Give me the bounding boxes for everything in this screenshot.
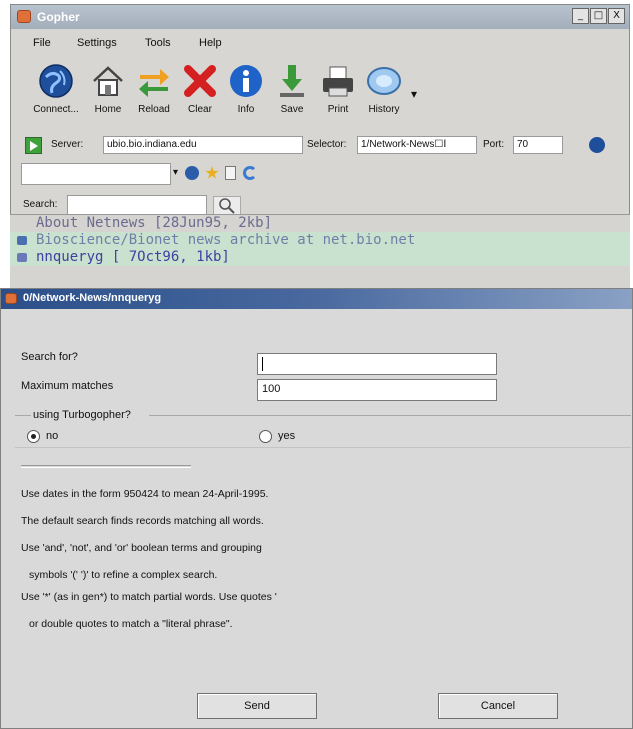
turbogopher-group-label: using Turbogopher? xyxy=(33,409,131,421)
print-label: Print xyxy=(327,104,349,115)
max-matches-label: Maximum matches xyxy=(21,380,114,392)
gopher-app-icon xyxy=(5,293,17,304)
web-icon[interactable] xyxy=(185,166,199,180)
list-item[interactable]: About Netnews [28Jun95, 2kb] xyxy=(10,215,630,232)
bookmark-star-icon[interactable] xyxy=(205,166,219,179)
selector-input[interactable]: 1/Network-News☐Ⅰ xyxy=(357,136,477,154)
history-icon xyxy=(366,63,402,99)
save-button[interactable]: Save xyxy=(267,63,317,115)
connect-label: Connect... xyxy=(33,104,79,115)
list-item-text: Bioscience/Bionet news archive at net.bi… xyxy=(36,232,416,248)
list-item[interactable]: Bioscience/Bionet news archive at net.bi… xyxy=(10,232,630,249)
radio-yes-label: yes xyxy=(278,430,296,442)
address-dropdown[interactable] xyxy=(21,163,171,185)
clear-icon xyxy=(182,63,218,99)
info-label: Info xyxy=(237,104,255,115)
title-bar: Gopher _ □ X xyxy=(11,5,629,29)
menu-tools[interactable]: Tools xyxy=(145,37,171,49)
home-icon xyxy=(90,63,126,99)
minimize-button[interactable]: _ xyxy=(572,8,589,24)
reload-icon xyxy=(136,63,172,99)
maximize-button[interactable]: □ xyxy=(590,8,607,24)
toolbar: Connect... Home Reload Clear Info Save P… xyxy=(11,63,629,125)
group-border-bottom xyxy=(15,447,631,448)
search-dialog: 0/Network-News/nnqueryg Search for? Maxi… xyxy=(0,288,633,729)
globe-icon xyxy=(38,63,74,99)
reload-label: Reload xyxy=(138,104,170,115)
gopher-app-icon xyxy=(17,10,31,23)
dialog-title-bar: 0/Network-News/nnqueryg xyxy=(1,289,632,309)
server-input[interactable]: ubio.bio.indiana.edu xyxy=(103,136,303,154)
search-item-icon xyxy=(17,253,27,262)
save-label: Save xyxy=(280,104,304,115)
search-button[interactable] xyxy=(213,196,241,216)
print-button[interactable]: Print xyxy=(313,63,363,115)
home-label: Home xyxy=(94,104,122,115)
reload-button[interactable]: Reload xyxy=(129,63,179,115)
search-label: Search: xyxy=(23,199,58,210)
dialog-title: 0/Network-News/nnqueryg xyxy=(23,292,162,304)
group-border xyxy=(149,415,631,416)
help-line: The default search finds records matchin… xyxy=(21,515,264,527)
separator xyxy=(21,465,191,468)
connection-bar: Server: ubio.bio.indiana.edu Selector: 1… xyxy=(21,135,621,159)
radio-yes[interactable] xyxy=(259,430,272,443)
help-line: Use dates in the form 950424 to mean 24-… xyxy=(21,488,269,500)
search-input[interactable] xyxy=(67,195,207,215)
menu-settings[interactable]: Settings xyxy=(77,37,117,49)
home-button[interactable]: Home xyxy=(83,63,133,115)
close-button[interactable]: X xyxy=(608,8,625,24)
list-item-text: About Netnews [28Jun95, 2kb] xyxy=(36,215,273,231)
list-item[interactable]: nnqueryg [ 7Oct96, 1kb] xyxy=(10,249,630,266)
max-matches-input[interactable]: 100 xyxy=(257,379,497,401)
connect-button[interactable]: Connect... xyxy=(31,63,81,115)
save-icon xyxy=(274,63,310,99)
help-line: or double quotes to match a "literal phr… xyxy=(29,618,233,630)
clear-label: Clear xyxy=(188,104,212,115)
send-button[interactable]: Send xyxy=(197,693,317,719)
radio-no-label: no xyxy=(46,430,59,442)
folder-icon xyxy=(17,236,27,245)
page-icon[interactable] xyxy=(225,166,236,180)
info-button[interactable]: Info xyxy=(221,63,271,115)
print-icon xyxy=(320,63,356,99)
info-icon xyxy=(228,63,264,99)
text-cursor xyxy=(262,357,263,371)
help-line: Use 'and', 'not', and 'or' boolean terms… xyxy=(21,542,262,554)
help-line: Use '*' (as in gen*) to match partial wo… xyxy=(21,591,277,603)
history-label: History xyxy=(368,104,400,115)
cancel-button[interactable]: Cancel xyxy=(438,693,558,719)
group-border xyxy=(15,415,31,416)
magnifier-icon xyxy=(219,198,235,214)
help-line: symbols '(' ')' to refine a complex sear… xyxy=(29,569,218,581)
search-for-label: Search for? xyxy=(21,351,78,363)
radio-no[interactable] xyxy=(27,430,40,443)
clear-button[interactable]: Clear xyxy=(175,63,225,115)
selector-label: Selector: xyxy=(307,139,347,150)
port-input[interactable]: 70 xyxy=(513,136,563,154)
connect-globe-icon[interactable] xyxy=(589,137,605,153)
dropdown-arrow-icon[interactable]: ▾ xyxy=(173,167,178,178)
go-arrow-icon[interactable] xyxy=(25,137,42,154)
history-button[interactable]: History xyxy=(359,63,409,115)
secondary-toolbar: ▾ xyxy=(21,161,621,189)
port-label: Port: xyxy=(483,139,505,150)
search-for-input[interactable] xyxy=(257,353,497,375)
server-label: Server: xyxy=(51,139,84,150)
window-title: Gopher xyxy=(37,10,80,24)
list-item-text: nnqueryg [ 7Oct96, 1kb] xyxy=(36,249,230,265)
history-dropdown-arrow-icon[interactable]: ▾ xyxy=(411,87,417,101)
menu-bar: File Settings Tools Help xyxy=(11,37,629,55)
menu-file[interactable]: File xyxy=(33,37,51,49)
menu-help[interactable]: Help xyxy=(199,37,222,49)
refresh-icon[interactable] xyxy=(243,166,257,180)
